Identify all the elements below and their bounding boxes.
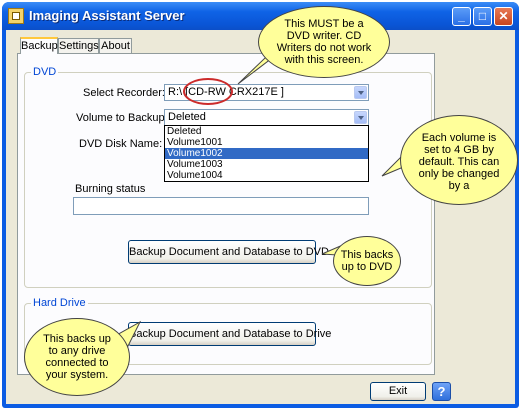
callout-dvd-writer: This MUST be a DVD writer. CD Writers do… [258, 6, 390, 78]
callout-backs-dvd: This backs up to DVD [333, 236, 401, 286]
callout-backs-drive: This backs up to any drive connected to … [24, 318, 130, 396]
callout-backs-dvd-text: This backs up to DVD [340, 249, 394, 273]
callout-volume-size: Each volume is set to 4 GB by default. T… [400, 115, 518, 205]
callout-volume-size-text: Each volume is set to 4 GB by default. T… [418, 132, 500, 192]
tab-backup[interactable]: Backup [20, 37, 58, 54]
callout-backs-drive-text: This backs up to any drive connected to … [43, 333, 111, 381]
callout-dvd-writer-text: This MUST be a DVD writer. CD Writers do… [276, 18, 372, 66]
